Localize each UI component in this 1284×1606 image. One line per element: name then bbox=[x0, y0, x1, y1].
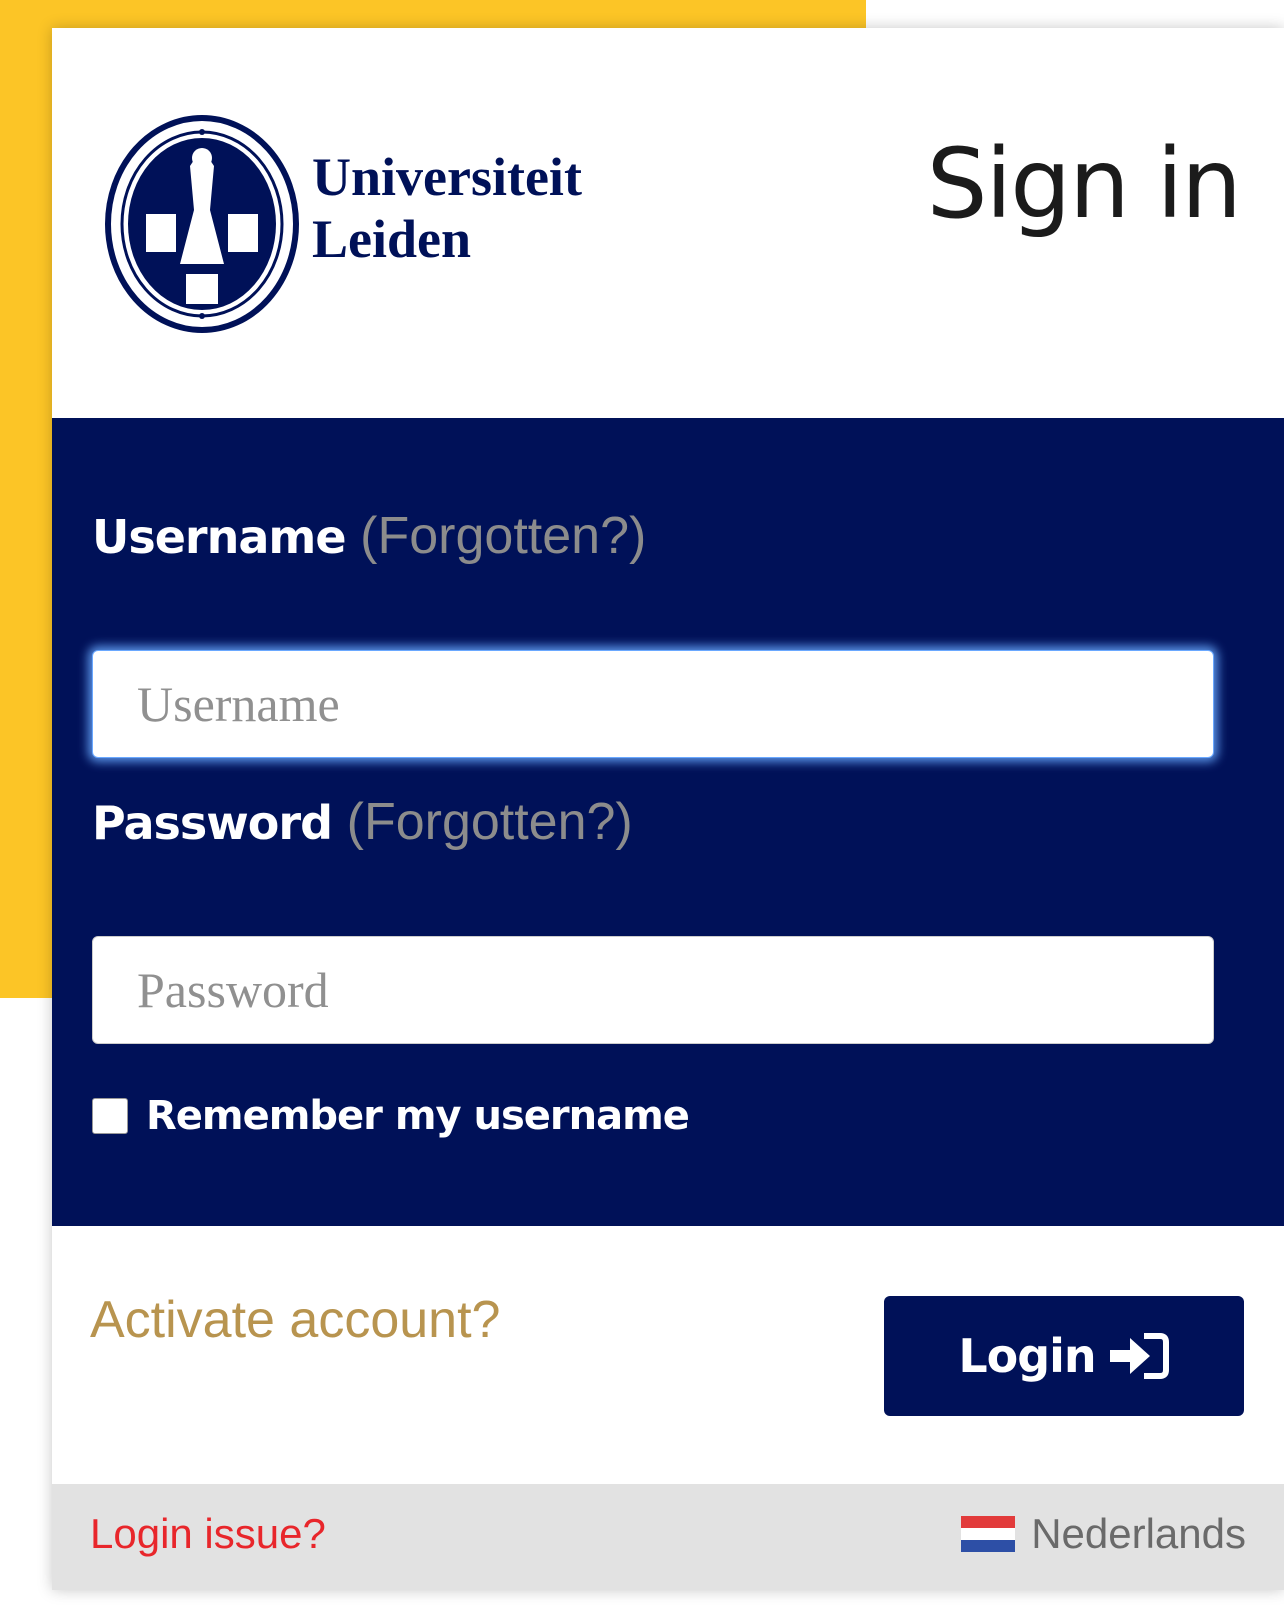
password-label: Password bbox=[92, 796, 333, 850]
footer-bar: Login issue? Nederlands bbox=[52, 1484, 1284, 1590]
password-input[interactable] bbox=[92, 936, 1214, 1044]
leiden-seal-icon bbox=[105, 115, 299, 333]
remember-username-label: Remember my username bbox=[146, 1093, 690, 1139]
forgot-username-link[interactable]: (Forgotten?) bbox=[360, 507, 646, 565]
login-button-label: Login bbox=[958, 1329, 1096, 1383]
language-switch[interactable]: Nederlands bbox=[961, 1510, 1246, 1558]
password-label-row: Password (Forgotten?) bbox=[92, 792, 633, 852]
page-title: Sign in bbox=[926, 128, 1242, 240]
logo-line-1: Universiteit bbox=[312, 147, 582, 207]
login-form-panel: Username (Forgotten?) Password (Forgotte… bbox=[52, 418, 1284, 1226]
sign-in-arrow-icon bbox=[1109, 1333, 1169, 1379]
username-label-row: Username (Forgotten?) bbox=[92, 506, 646, 566]
login-issue-link[interactable]: Login issue? bbox=[90, 1510, 326, 1558]
remember-username-row[interactable]: Remember my username bbox=[92, 1091, 690, 1141]
login-card: Universiteit Leiden Sign in Username (Fo… bbox=[52, 28, 1284, 1590]
language-label: Nederlands bbox=[1031, 1510, 1246, 1557]
login-button[interactable]: Login bbox=[884, 1296, 1244, 1416]
activate-account-link[interactable]: Activate account? bbox=[90, 1290, 500, 1350]
dutch-flag-icon bbox=[961, 1516, 1016, 1552]
university-wordmark: Universiteit Leiden bbox=[312, 146, 582, 270]
username-input[interactable] bbox=[92, 650, 1214, 758]
remember-username-checkbox[interactable] bbox=[92, 1098, 128, 1134]
forgot-password-link[interactable]: (Forgotten?) bbox=[347, 793, 633, 851]
username-label: Username bbox=[92, 510, 347, 564]
card-header: Universiteit Leiden Sign in bbox=[52, 28, 1284, 418]
logo-line-2: Leiden bbox=[312, 209, 472, 269]
